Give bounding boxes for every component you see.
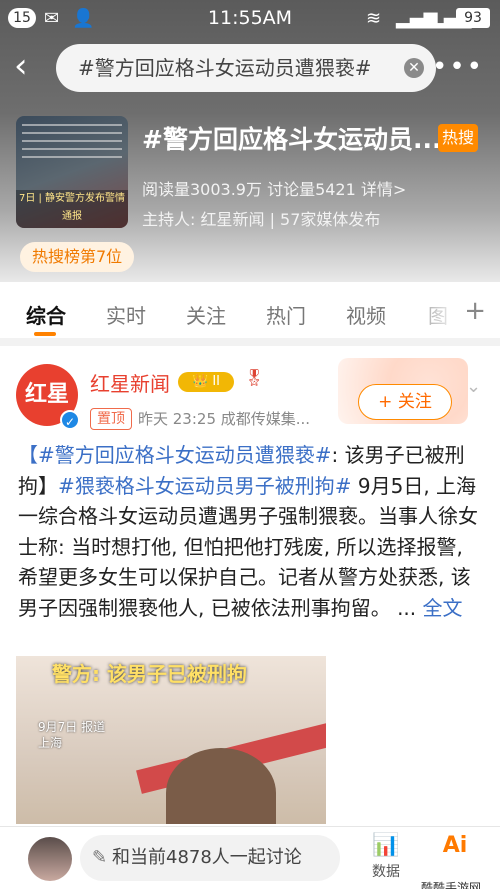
tab-video[interactable]: 视频 bbox=[346, 300, 386, 329]
read-more-link[interactable]: 全文 bbox=[423, 596, 463, 620]
wifi-icon: ≋ bbox=[366, 8, 382, 29]
battery-level: 93 bbox=[456, 8, 490, 28]
bar-chart-icon: 📊 bbox=[372, 833, 400, 858]
topic-thumbnail[interactable]: 7日 | 静安警方发布警情通报 bbox=[16, 116, 128, 228]
comment-input[interactable]: 和当前4878人一起讨论 bbox=[80, 835, 340, 881]
active-tab-indicator bbox=[34, 332, 56, 336]
topic-title: #警方回应格斗女运动员... bbox=[142, 125, 442, 154]
watermark: 酷酷手游网 bbox=[412, 877, 490, 889]
add-tab-icon[interactable]: + bbox=[464, 296, 486, 326]
tab-comprehensive[interactable]: 综合 bbox=[26, 300, 66, 329]
tab-hot[interactable]: 热门 bbox=[266, 300, 306, 329]
tab-fade bbox=[400, 282, 460, 338]
search-input[interactable]: #警方回应格斗女运动员遭猥亵# ✕ bbox=[56, 44, 436, 92]
post-card: 红星 ✓ 红星新闻 👑 II 🎖 置顶 昨天 23:25 成都传媒集... + … bbox=[0, 346, 500, 826]
vip-level: II bbox=[212, 374, 220, 389]
data-button[interactable]: 📊 数据 bbox=[364, 831, 408, 885]
thumbnail-caption: 7日 | 静安警方发布警情通报 bbox=[16, 190, 128, 228]
thumbnail-text-lines bbox=[22, 124, 122, 164]
ai-icon: Ai bbox=[442, 833, 468, 858]
feed-tabs: 综合 实时 关注 热门 视频 图 + bbox=[0, 282, 500, 338]
pen-icon: ✎ bbox=[92, 847, 108, 868]
more-icon[interactable]: ••• bbox=[432, 52, 484, 82]
clear-icon[interactable]: ✕ bbox=[404, 58, 424, 78]
data-label: 数据 bbox=[372, 864, 400, 880]
tab-realtime[interactable]: 实时 bbox=[106, 300, 146, 329]
medal-icon: 🎖 bbox=[244, 368, 265, 387]
back-arrow-icon[interactable]: ‹ bbox=[14, 49, 50, 86]
hashtag-link-2[interactable]: #猥亵格斗女运动员男子被刑拘# bbox=[58, 474, 352, 498]
post-body: 【#警方回应格斗女运动员遭猥亵#: 该男子已被刑拘】#猥亵格斗女运动员男子被刑拘… bbox=[18, 440, 486, 623]
post-meta: 昨天 23:25 成都传媒集... bbox=[138, 410, 311, 428]
author-name[interactable]: 红星新闻 bbox=[90, 368, 170, 397]
comment-prompt: 和当前4878人一起讨论 bbox=[112, 847, 302, 868]
bottom-bar: 和当前4878人一起讨论 ✎ 📊 数据 Ai 酷酷手游网 bbox=[0, 826, 500, 889]
status-bar: 15 ✉ 👤 11:55AM ≋ ▂▄▆ ▂▄▆ 93 bbox=[0, 0, 500, 36]
chevron-down-icon[interactable]: ⌄ bbox=[466, 376, 481, 397]
topic-header: 15 ✉ 👤 11:55AM ≋ ▂▄▆ ▂▄▆ 93 ‹ #警方回应格斗女运动… bbox=[0, 0, 500, 282]
topic-host[interactable]: 主持人: 红星新闻 | 57家媒体发布 bbox=[142, 206, 380, 230]
search-query: #警方回应格斗女运动员遭猥亵# bbox=[78, 56, 372, 80]
topic-stats[interactable]: 阅读量3003.9万 讨论量5421 详情> bbox=[142, 176, 406, 200]
tab-following[interactable]: 关注 bbox=[186, 300, 226, 329]
image-caption: 警方: 该男子已被刑拘 bbox=[52, 662, 247, 686]
post-image[interactable]: 警方: 该男子已被刑拘 9月7日 报道 上海 bbox=[16, 656, 326, 824]
user-avatar[interactable] bbox=[28, 837, 72, 881]
rank-chip[interactable]: 热搜榜第7位 bbox=[20, 242, 135, 272]
follow-button[interactable]: + 关注 bbox=[358, 384, 452, 420]
verified-icon: ✓ bbox=[60, 410, 80, 430]
hot-badge: 热搜 bbox=[438, 124, 478, 152]
vip-badge: 👑 II bbox=[178, 372, 234, 392]
image-date: 9月7日 报道 bbox=[38, 720, 106, 734]
pinned-badge: 置顶 bbox=[90, 408, 132, 430]
image-place: 上海 bbox=[38, 736, 63, 750]
top-bar: ‹ #警方回应格斗女运动员遭猥亵# ✕ ••• bbox=[0, 42, 500, 94]
hashtag-link[interactable]: 【#警方回应格斗女运动员遭猥亵# bbox=[18, 443, 332, 467]
